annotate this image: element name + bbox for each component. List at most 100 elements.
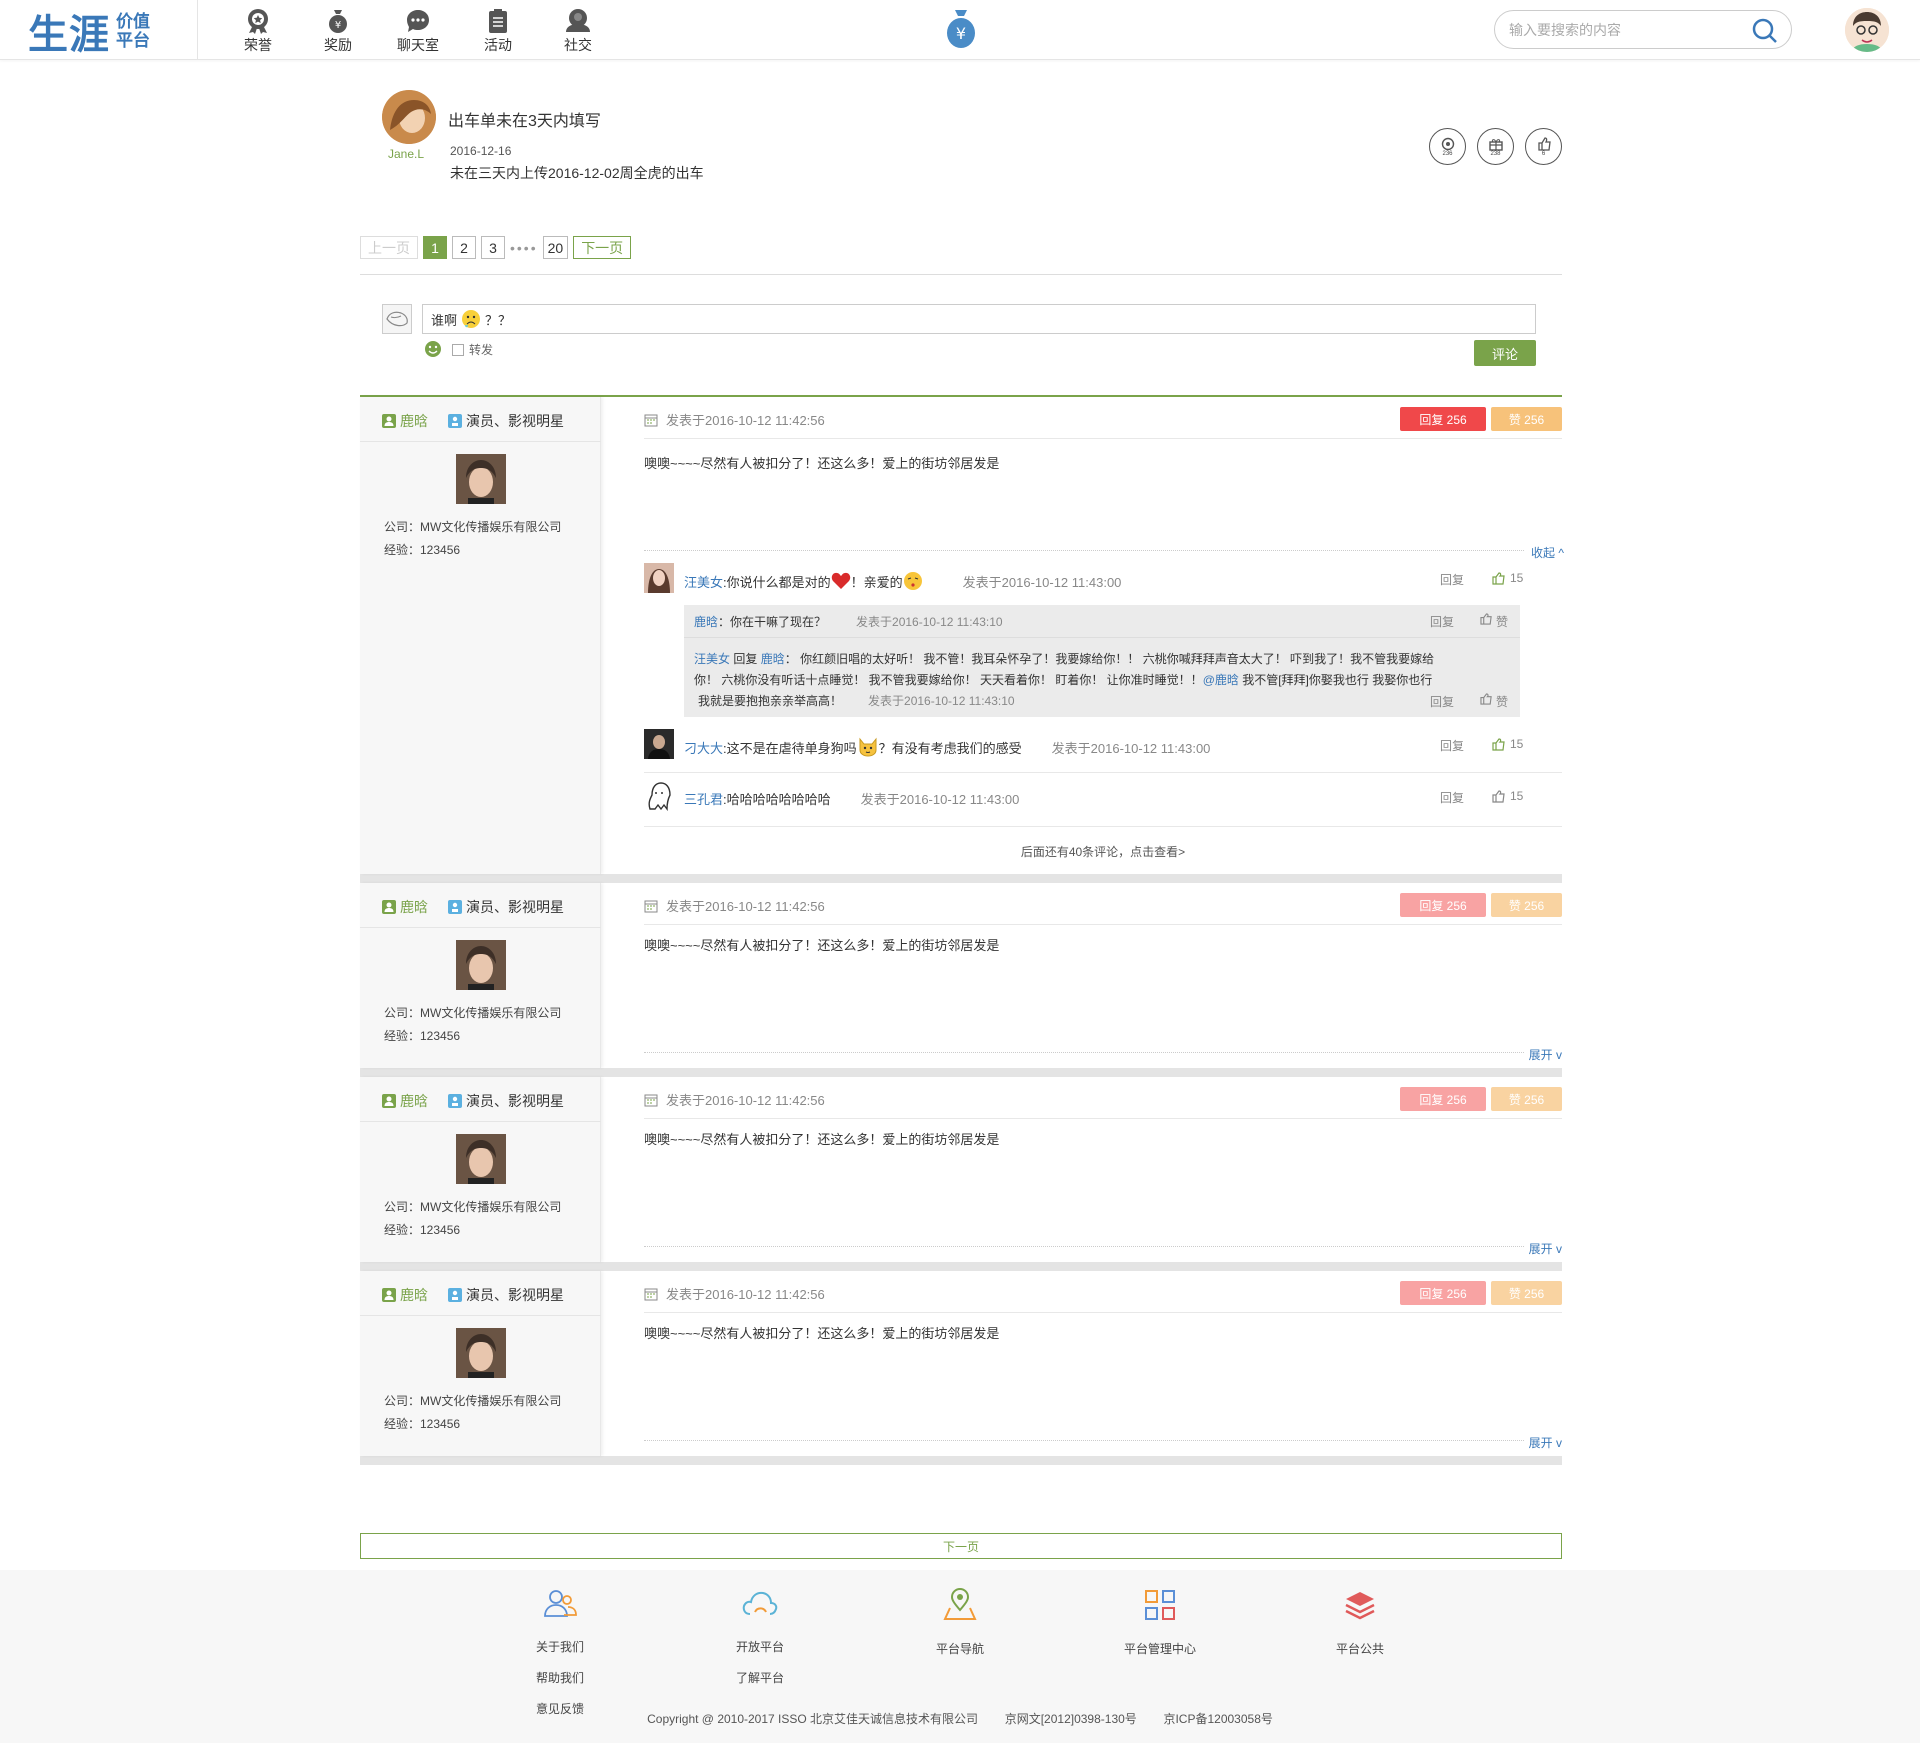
comment-reply-link[interactable]: 回复	[1440, 789, 1464, 806]
user-panel: 鹿晗 演员、影视明星 公司：MW文化传播娱乐有限公司 经验：123456	[360, 883, 601, 1068]
prev-page-button[interactable]: 上一页	[360, 236, 418, 259]
feed-card: 鹿晗 演员、影视明星 公司：MW文化传播娱乐有限公司 经验：123456 发表于…	[360, 1271, 1562, 1465]
collapse-toggle[interactable]: 收起 ^	[1531, 544, 1564, 561]
reply-count-button[interactable]: 回复 256	[1400, 893, 1486, 917]
clipboard-icon	[489, 9, 507, 33]
id-card-icon	[448, 1094, 462, 1108]
nav-activity[interactable]: 活动	[458, 6, 538, 55]
user-name[interactable]: 鹿晗	[382, 411, 428, 431]
logo-sub-2: 平台	[116, 31, 150, 50]
footer-link[interactable]: 平台导航	[900, 1634, 1020, 1665]
post-content: 噢噢~~~~尽然有人被扣分了！还这么多！爱上的街坊邻居发是	[644, 1326, 1000, 1341]
commenter-avatar[interactable]	[644, 729, 674, 759]
reply-author[interactable]: 鹿晗	[694, 613, 718, 630]
like-link[interactable]: 赞	[1480, 693, 1508, 710]
user-avatar-photo[interactable]	[456, 940, 506, 990]
map-pin-icon	[943, 1588, 977, 1620]
svg-text:¥: ¥	[956, 24, 966, 43]
user-avatar-photo[interactable]	[456, 1134, 506, 1184]
author-name[interactable]: Jane.L	[388, 147, 424, 161]
post-time: 发表于2016-10-12 11:42:56	[666, 899, 825, 914]
expand-toggle[interactable]: 展开 v	[1529, 1434, 1562, 1451]
commenter-name[interactable]: 刁大大	[684, 738, 723, 757]
user-avatar-photo[interactable]	[456, 454, 506, 504]
footer-link[interactable]: 关于我们	[500, 1632, 620, 1663]
user-avatar-photo[interactable]	[456, 1328, 506, 1378]
like-count-button[interactable]: 赞 256	[1491, 407, 1562, 431]
comment-reply-link[interactable]: 回复	[1440, 737, 1464, 754]
chat-icon	[407, 10, 429, 32]
user-name[interactable]: 鹿晗	[382, 1285, 428, 1305]
reply-count-button[interactable]: 回复 256	[1400, 1087, 1486, 1111]
search-icon[interactable]	[1751, 17, 1779, 45]
like-count-button[interactable]: 赞 256	[1491, 893, 1562, 917]
nav-chatroom[interactable]: 聊天室	[378, 6, 458, 55]
forward-checkbox[interactable]	[452, 343, 464, 356]
footer-link[interactable]: 开放平台	[700, 1632, 820, 1663]
user-name[interactable]: 鹿晗	[382, 1091, 428, 1111]
top-header: 生涯 价值 平台 荣誉 ¥ 奖励 聊天室 活动 社交 ¥	[0, 0, 1920, 60]
reply-link[interactable]: 回复	[1430, 693, 1454, 710]
page-2[interactable]: 2	[452, 236, 476, 259]
user-tag: 演员、影视明星	[448, 1285, 564, 1305]
thumb-up-icon	[1492, 789, 1505, 803]
thumb-up-icon	[1492, 571, 1505, 585]
comment-like[interactable]: 15	[1492, 571, 1523, 585]
reply-count-button[interactable]: 回复 256	[1400, 1281, 1486, 1305]
nav-reward[interactable]: ¥ 奖励	[298, 6, 378, 55]
search-input[interactable]	[1509, 19, 1749, 41]
page-3[interactable]: 3	[481, 236, 505, 259]
page-last[interactable]: 20	[542, 236, 569, 259]
logo[interactable]: 生涯 价值 平台	[28, 8, 150, 58]
footer-link[interactable]: 平台公共	[1300, 1634, 1420, 1665]
footer-link[interactable]: 帮助我们	[500, 1663, 620, 1694]
medal-badge-icon	[1441, 137, 1454, 150]
commenter-avatar[interactable]	[644, 563, 674, 593]
commenter-avatar[interactable]	[644, 781, 674, 811]
footer: 关于我们 帮助我们 意见反馈 开放平台 了解平台 平台导航 平台管理中心 平台公…	[0, 1570, 1920, 1743]
user-panel: 鹿晗 演员、影视明星 公司：MW文化传播娱乐有限公司 经验：123456	[360, 397, 601, 874]
commenter-name[interactable]: 汪美女	[684, 572, 723, 591]
post-header: Jane.L 出车单未在3天内填写 2016-12-16 未在三天内上传2016…	[360, 60, 1562, 220]
yuan-bag-icon[interactable]: ¥	[944, 8, 978, 55]
badge-honor[interactable]: 236	[1429, 128, 1466, 165]
reply-count-button[interactable]: 回复 256	[1400, 407, 1486, 431]
nav-social[interactable]: 社交	[538, 6, 618, 55]
load-more-comments[interactable]: 后面还有40条评论，点击查看>	[644, 843, 1562, 860]
gift-badge-icon	[1488, 138, 1503, 151]
post-time: 发表于2016-10-12 11:42:56	[666, 413, 825, 428]
user-icon	[382, 414, 396, 428]
comment-submit-button[interactable]: 评论	[1474, 340, 1536, 366]
author-avatar[interactable]	[382, 90, 436, 144]
badge-reward[interactable]: 238	[1477, 128, 1514, 165]
comment-input[interactable]: 谁啊 ？？	[422, 304, 1536, 334]
next-page-button[interactable]: 下一页	[573, 236, 632, 259]
like-link[interactable]: 赞	[1480, 613, 1508, 630]
comment-composer: 谁啊 ？？ 转发 评论	[382, 304, 1536, 394]
expand-toggle[interactable]: 展开 v	[1529, 1046, 1562, 1063]
user-icon	[382, 1094, 396, 1108]
comment-reply-link[interactable]: 回复	[1440, 571, 1464, 588]
commenter-name[interactable]: 三孔君	[684, 789, 723, 808]
reply-link[interactable]: 回复	[1430, 613, 1454, 630]
user-avatar[interactable]	[1845, 8, 1889, 52]
logo-main: 生涯	[28, 12, 110, 58]
like-count-button[interactable]: 赞 256	[1491, 1087, 1562, 1111]
post-title: 出车单未在3天内填写	[448, 113, 601, 130]
user-name[interactable]: 鹿晗	[382, 897, 428, 917]
reply-thread-text: 汪美女 回复 鹿晗： 你红颜旧唱的太好听！ 我不管！我耳朵怀孕了！我要嫁给你！！…	[694, 652, 1435, 708]
footer-link[interactable]: 了解平台	[700, 1663, 820, 1694]
page-1[interactable]: 1	[423, 236, 447, 259]
load-more-button[interactable]: 下一页	[360, 1533, 1562, 1559]
expand-toggle[interactable]: 展开 v	[1529, 1240, 1562, 1257]
emoji-picker-icon[interactable]	[424, 340, 442, 363]
nav-honor[interactable]: 荣誉	[218, 6, 298, 55]
footer-link[interactable]: 平台管理中心	[1100, 1634, 1220, 1665]
like-count-button[interactable]: 赞 256	[1491, 1281, 1562, 1305]
calendar-icon	[644, 1288, 658, 1300]
badge-thumb[interactable]: 6	[1525, 128, 1562, 165]
comment-like[interactable]: 15	[1492, 737, 1523, 751]
id-card-icon	[448, 1288, 462, 1302]
post-description: 未在三天内上传2016-12-02周全虎的出车	[450, 165, 704, 181]
comment-like[interactable]: 15	[1492, 789, 1523, 803]
